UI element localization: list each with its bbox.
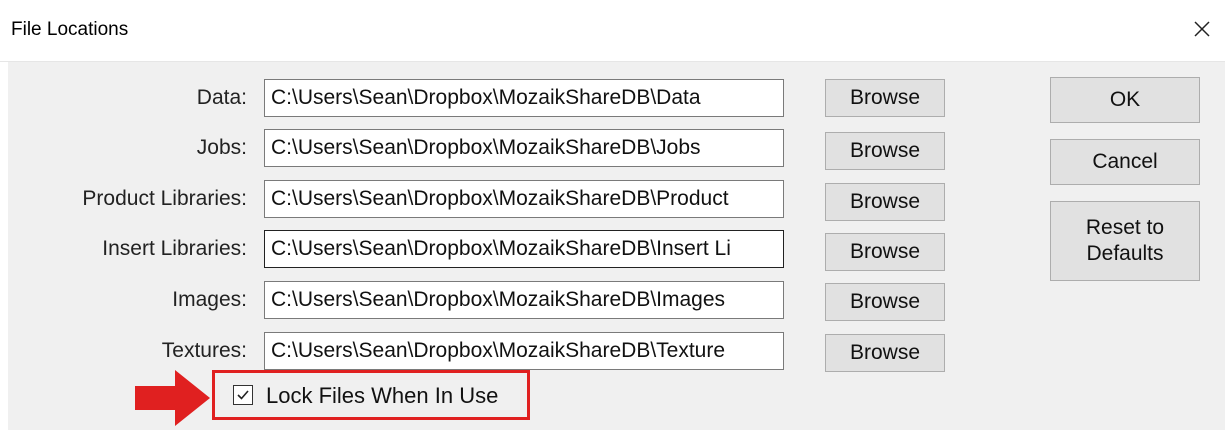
lock-files-label[interactable]: Lock Files When In Use [266, 382, 498, 410]
data-path-input[interactable]: C:\Users\Sean\Dropbox\MozaikShareDB\Data [264, 79, 784, 117]
close-icon [1194, 21, 1210, 37]
data-label: Data: [196, 86, 247, 109]
jobs-browse-button[interactable]: Browse [825, 132, 945, 170]
data-browse-button[interactable]: Browse [825, 79, 945, 117]
cancel-button[interactable]: Cancel [1050, 139, 1200, 185]
dialog-title: File Locations [11, 19, 129, 40]
lock-files-checkbox[interactable] [233, 385, 253, 405]
insert-libraries-browse-button[interactable]: Browse [825, 233, 945, 271]
product-libraries-path-input[interactable]: C:\Users\Sean\Dropbox\MozaikShareDB\Prod… [264, 180, 784, 218]
file-locations-dialog: File Locations Data: C:\Users\Sean\Dropb… [0, 0, 1225, 430]
insert-libraries-path-input[interactable]: C:\Users\Sean\Dropbox\MozaikShareDB\Inse… [264, 230, 784, 268]
images-path-input[interactable]: C:\Users\Sean\Dropbox\MozaikShareDB\Imag… [264, 281, 784, 319]
close-button[interactable] [1179, 0, 1225, 58]
images-label: Images: [172, 288, 247, 311]
images-browse-button[interactable]: Browse [825, 283, 945, 321]
title-bar: File Locations [0, 0, 1225, 62]
jobs-label: Jobs: [196, 136, 247, 159]
product-libraries-browse-button[interactable]: Browse [825, 183, 945, 221]
product-libraries-label: Product Libraries: [82, 187, 247, 210]
reset-label-line2: Defaults [1086, 242, 1164, 265]
checkmark-icon [237, 390, 249, 400]
ok-button[interactable]: OK [1050, 77, 1200, 123]
reset-to-defaults-button[interactable]: Reset to Defaults [1050, 201, 1200, 281]
right-arrow-icon [135, 370, 210, 426]
insert-libraries-label: Insert Libraries: [102, 237, 247, 260]
jobs-path-input[interactable]: C:\Users\Sean\Dropbox\MozaikShareDB\Jobs [264, 129, 784, 167]
reset-label-line1: Reset to [1085, 216, 1165, 239]
window-left-edge [0, 62, 8, 430]
textures-browse-button[interactable]: Browse [825, 334, 945, 372]
textures-label: Textures: [161, 339, 247, 362]
textures-path-input[interactable]: C:\Users\Sean\Dropbox\MozaikShareDB\Text… [264, 332, 784, 370]
